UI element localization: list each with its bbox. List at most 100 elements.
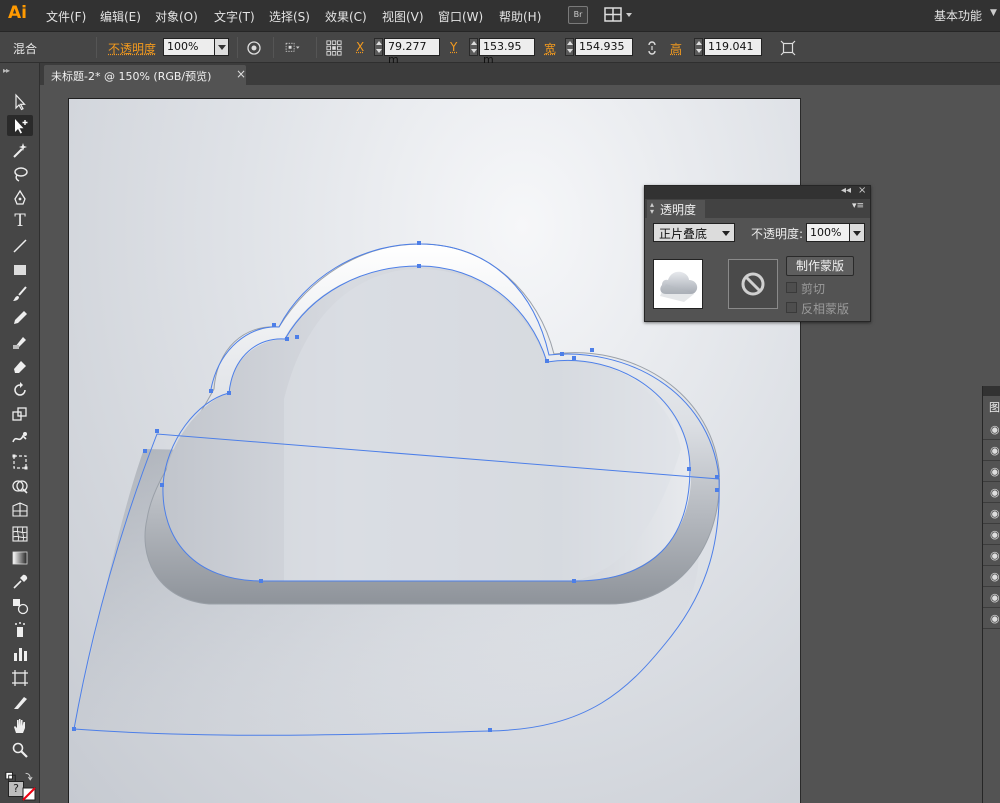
fill-stroke-widget[interactable]: ? <box>6 781 36 803</box>
opacity-label[interactable]: 不透明度 <box>108 40 156 57</box>
divider <box>96 37 97 58</box>
opacity-dropdown[interactable] <box>214 38 229 56</box>
column-graph-tool[interactable] <box>7 643 33 664</box>
layer-visibility-toggle[interactable]: ◉ <box>983 420 1000 440</box>
selection-tool[interactable] <box>7 91 33 112</box>
eraser-tool[interactable] <box>7 355 33 376</box>
perspective-grid-tool[interactable] <box>7 499 33 520</box>
layer-visibility-toggle[interactable]: ◉ <box>983 525 1000 545</box>
paintbrush-tool[interactable] <box>7 283 33 304</box>
collapse-panel-icon[interactable]: ◂◂ <box>841 185 851 196</box>
column-graph-icon <box>11 645 29 663</box>
pencil-tool[interactable] <box>7 307 33 328</box>
height-input[interactable]: 119.041 <box>704 38 762 56</box>
layers-panel: 图 ◉ ◉ ◉ ◉ ◉ ◉ ◉ ◉ ◉ ◉ <box>982 386 1000 803</box>
free-transform-tool[interactable] <box>7 451 33 472</box>
invert-mask-checkbox[interactable] <box>786 302 797 313</box>
document-tab[interactable]: 未标题-2* @ 150% (RGB/预览) × <box>44 65 246 85</box>
layer-visibility-toggle[interactable]: ◉ <box>983 483 1000 503</box>
menu-select[interactable]: 选择(S) <box>269 8 310 25</box>
mask-slot[interactable] <box>728 259 778 309</box>
width-input[interactable]: 154.935 <box>575 38 633 56</box>
pen-tool[interactable] <box>7 187 33 208</box>
transparency-panel: ◂◂ × ▴ ▾ 透明度 ▾≡ 正片叠底 不透明度: 100% 制作蒙版 剪切 反… <box>644 185 871 322</box>
rectangle-tool[interactable] <box>7 259 33 280</box>
zoom-tool[interactable] <box>7 739 33 760</box>
menu-effect[interactable]: 效果(C) <box>325 8 367 25</box>
divider <box>316 37 317 58</box>
layer-visibility-toggle[interactable]: ◉ <box>983 546 1000 566</box>
scale-tool[interactable] <box>7 403 33 424</box>
y-stepper[interactable] <box>469 38 478 56</box>
layer-visibility-toggle[interactable]: ◉ <box>983 504 1000 524</box>
gradient-tool[interactable] <box>7 547 33 568</box>
x-stepper[interactable] <box>374 38 383 56</box>
slice-tool[interactable] <box>7 691 33 712</box>
arrange-documents-button[interactable] <box>604 7 634 23</box>
opacity-input[interactable]: 100% <box>163 38 215 56</box>
clip-checkbox[interactable] <box>786 282 797 293</box>
cloud-face-highlight <box>284 269 681 581</box>
transparency-tab-label: 透明度 <box>660 201 696 218</box>
panel-header[interactable]: ◂◂ × <box>645 186 870 199</box>
layers-panel-header[interactable] <box>983 386 1000 396</box>
panel-opacity-dropdown[interactable] <box>849 223 865 242</box>
panel-opacity-input[interactable]: 100% <box>806 223 850 242</box>
menu-file[interactable]: 文件(F) <box>46 8 86 25</box>
layer-visibility-toggle[interactable]: ◉ <box>983 588 1000 608</box>
artwork-thumbnail[interactable] <box>653 259 703 309</box>
menu-window[interactable]: 窗口(W) <box>438 8 483 25</box>
reference-point-icon[interactable] <box>326 40 342 56</box>
tab-transparency[interactable]: ▴ ▾ 透明度 <box>647 200 705 218</box>
close-panel-icon[interactable]: × <box>858 185 866 196</box>
x-input[interactable]: 79.277 m <box>384 38 440 56</box>
blob-brush-tool[interactable] <box>7 331 33 352</box>
layer-visibility-toggle[interactable]: ◉ <box>983 609 1000 629</box>
transform-icon[interactable] <box>780 40 796 56</box>
control-bar: 混合 不透明度 100% X 79.277 m Y 153.95 m 宽 154… <box>0 32 1000 63</box>
make-mask-button[interactable]: 制作蒙版 <box>786 256 854 276</box>
invert-mask-label: 反相蒙版 <box>801 300 849 317</box>
bridge-button[interactable]: Br <box>568 6 588 24</box>
mesh-tool[interactable] <box>7 523 33 544</box>
artboard-tool[interactable] <box>7 667 33 688</box>
menu-help[interactable]: 帮助(H) <box>499 8 541 25</box>
workspace-switcher[interactable]: 基本功能 <box>934 7 982 24</box>
blend-mode-dropdown[interactable]: 正片叠底 <box>653 223 735 242</box>
stroke-none-icon[interactable] <box>22 787 36 801</box>
selection-arrow-icon <box>11 93 29 111</box>
menu-object[interactable]: 对象(O) <box>155 8 198 25</box>
direct-selection-tool[interactable] <box>7 115 33 136</box>
symbol-sprayer-tool[interactable] <box>7 619 33 640</box>
constrain-proportions-icon[interactable] <box>644 40 660 56</box>
menu-view[interactable]: 视图(V) <box>382 8 424 25</box>
tab-layers[interactable]: 图 <box>983 396 1000 418</box>
width-stepper[interactable] <box>565 38 574 56</box>
y-input[interactable]: 153.95 m <box>479 38 535 56</box>
layer-visibility-toggle[interactable]: ◉ <box>983 567 1000 587</box>
rotate-tool[interactable] <box>7 379 33 400</box>
eyedropper-tool[interactable] <box>7 571 33 592</box>
recolor-artwork-icon[interactable] <box>246 40 262 56</box>
height-stepper[interactable] <box>694 38 703 56</box>
menu-edit[interactable]: 编辑(E) <box>100 8 141 25</box>
shape-builder-tool[interactable] <box>7 475 33 496</box>
lasso-tool[interactable] <box>7 163 33 184</box>
type-tool[interactable]: T <box>7 211 33 232</box>
panel-menu-icon[interactable]: ▾≡ <box>852 201 864 211</box>
warp-tool[interactable] <box>7 427 33 448</box>
hand-tool[interactable] <box>7 715 33 736</box>
toolbox-collapse-icon[interactable]: ▸▸ <box>3 66 9 75</box>
line-tool[interactable] <box>7 235 33 256</box>
close-document-icon[interactable]: × <box>236 67 246 81</box>
menu-type[interactable]: 文字(T) <box>214 8 255 25</box>
height-label: 高 <box>670 40 682 57</box>
panel-options-toggle-icon[interactable]: ▴ ▾ <box>650 201 654 215</box>
layer-visibility-toggle[interactable]: ◉ <box>983 462 1000 482</box>
direct-selection-arrow-icon <box>11 117 29 135</box>
blend-tool[interactable] <box>7 595 33 616</box>
align-selection-icon[interactable] <box>285 40 301 56</box>
workspace-caret-icon[interactable]: ▼ <box>990 8 997 18</box>
layer-visibility-toggle[interactable]: ◉ <box>983 441 1000 461</box>
magic-wand-tool[interactable] <box>7 139 33 160</box>
